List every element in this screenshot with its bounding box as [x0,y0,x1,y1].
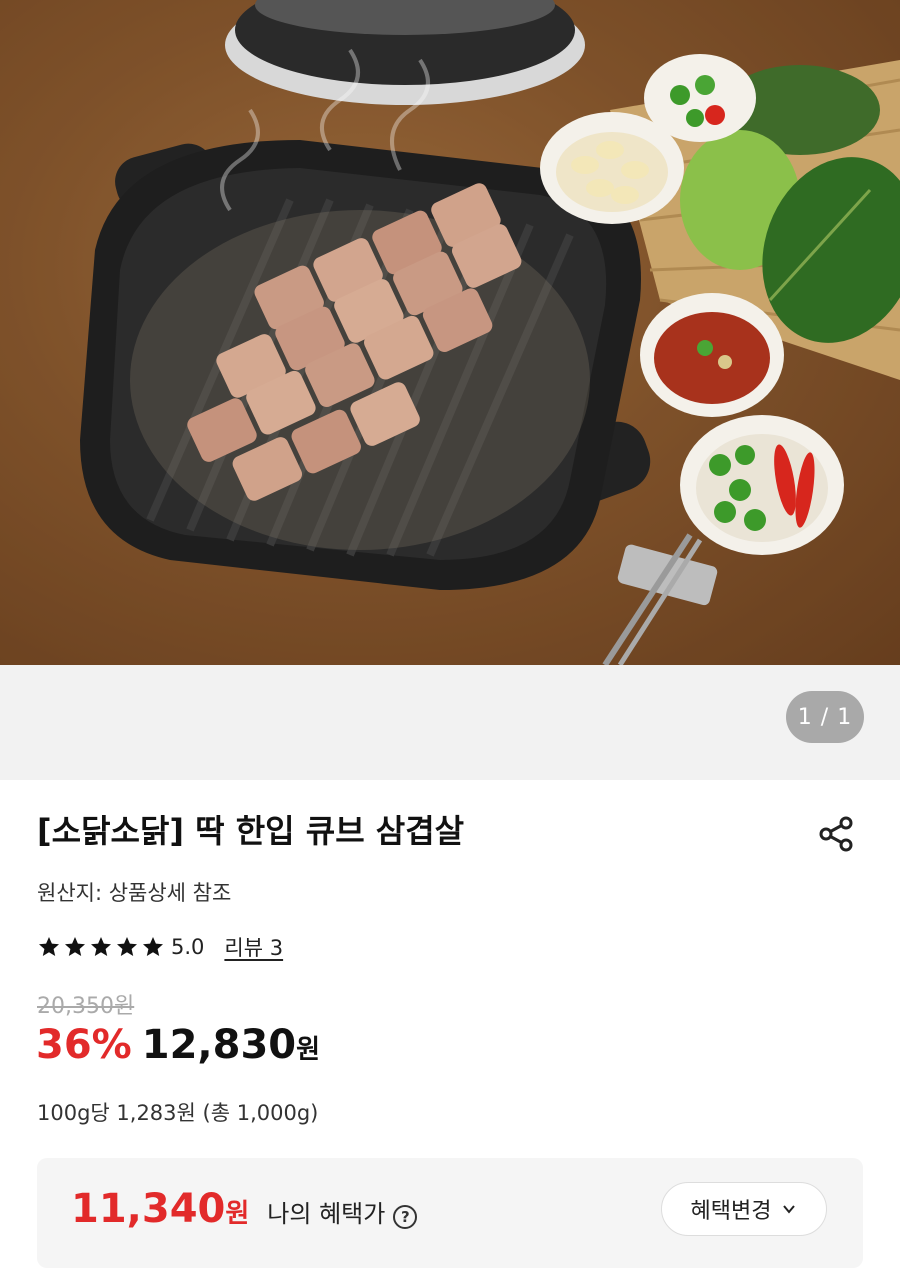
price-row: 36% 12,830 원 [36,1022,320,1068]
product-image[interactable] [0,0,900,665]
benefit-price: 11,340 [71,1186,226,1232]
share-icon[interactable] [815,812,859,856]
benefit-price-unit: 원 [225,1199,250,1229]
benefit-price-row: 11,340 원 나의 혜택가 ? [71,1186,418,1232]
star-icon [65,937,85,956]
star-rating [37,935,165,959]
review-count-link[interactable]: 리뷰 3 [224,932,283,962]
original-price: 20,350원 [37,994,135,1019]
origin-info: 원산지: 상품상세 참조 [37,881,232,905]
product-photo-illustration [0,0,900,665]
page-indicator: 1 / 1 [786,691,864,743]
product-title: [소닭소닭] 딱 한입 큐브 삼겹살 [37,812,465,850]
sale-price-unit: 원 [296,1035,321,1065]
star-icon [117,937,137,956]
benefit-price-box: 11,340 원 나의 혜택가 ? 혜택변경 [37,1158,863,1268]
help-circle-icon[interactable]: ? [393,1205,418,1229]
gallery-strip [0,665,900,780]
change-benefit-button[interactable]: 혜택변경 [661,1182,827,1236]
chevron-down-icon [783,1205,796,1214]
rating-score: 5.0 [171,935,205,959]
star-icon [143,937,163,956]
benefit-label: 나의 혜택가 [267,1200,386,1228]
discount-rate: 36% [36,1022,132,1068]
sale-price: 12,830 [141,1022,297,1068]
change-benefit-label: 혜택변경 [690,1199,772,1224]
unit-price: 100g당 1,283원 (총 1,000g) [37,1101,319,1125]
star-icon [91,937,111,956]
star-icon [39,937,59,956]
rating-row: 5.0 리뷰 3 [37,932,283,962]
